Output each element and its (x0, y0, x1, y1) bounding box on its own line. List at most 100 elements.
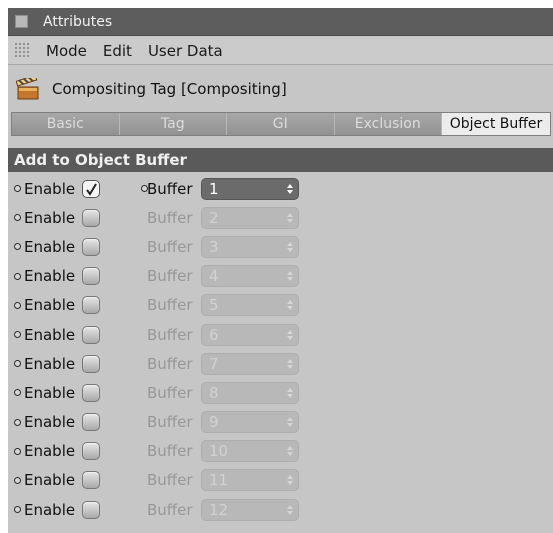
enable-checkbox[interactable] (82, 237, 100, 256)
buffer-id-field: 6 (201, 323, 299, 346)
buffer-label: Buffer (147, 237, 193, 256)
buffer-id-field[interactable]: 1 (201, 177, 299, 200)
spinner-arrows-icon (287, 417, 293, 428)
menu-mode[interactable]: Mode (46, 42, 87, 60)
buffer-id-value: 9 (209, 413, 219, 432)
buffer-row: Enable Buffer 2 (8, 203, 553, 232)
buffer-id-value: 1 (209, 179, 219, 198)
buffer-row: Enable Buffer 7 (8, 349, 553, 378)
enable-label: Enable (24, 354, 76, 373)
enable-checkbox[interactable] (82, 442, 100, 461)
buffer-id-field: 2 (201, 206, 299, 229)
enable-label: Enable (24, 471, 76, 490)
spinner-arrows-icon (287, 358, 293, 369)
buffer-id-value: 3 (209, 237, 219, 256)
enable-label: Enable (24, 500, 76, 519)
spinner-arrows-icon[interactable] (286, 182, 294, 196)
enable-checkbox[interactable] (82, 179, 100, 198)
menu-edit[interactable]: Edit (103, 42, 132, 60)
animation-dot-icon[interactable] (14, 389, 21, 397)
enable-checkbox[interactable] (82, 471, 100, 490)
enable-checkbox[interactable] (82, 354, 100, 373)
attributes-panel: Attributes Mode Edit User Data Compositi… (8, 8, 553, 533)
animation-dot-icon[interactable] (14, 331, 21, 339)
enable-checkbox[interactable] (82, 383, 100, 402)
buffer-row: Enable Buffer 10 (8, 437, 553, 466)
buffer-label: Buffer (147, 179, 193, 198)
spinner-arrows-icon (287, 329, 293, 340)
animation-dot-icon[interactable] (14, 360, 21, 368)
tab-bar: Basic Tag GI Exclusion Object Buffer (11, 112, 551, 136)
menu-user-data[interactable]: User Data (148, 42, 223, 60)
buffer-id-field: 3 (201, 235, 299, 258)
buffer-row: Enable Buffer 9 (8, 408, 553, 437)
buffer-id-field: 9 (201, 411, 299, 434)
tab-object-buffer[interactable]: Object Buffer (442, 113, 550, 135)
spinner-arrows-icon (287, 241, 293, 252)
enable-label: Enable (24, 296, 76, 315)
buffer-id-field: 7 (201, 352, 299, 375)
animation-dot-icon[interactable] (14, 185, 21, 193)
buffer-label: Buffer (147, 296, 193, 315)
spinner-arrows-icon (287, 387, 293, 398)
buffer-label: Buffer (147, 383, 193, 402)
spinner-arrows-icon (287, 475, 293, 486)
spinner-arrows-icon (287, 212, 293, 223)
buffer-id-field: 5 (201, 294, 299, 317)
enable-label: Enable (24, 179, 76, 198)
enable-label: Enable (24, 237, 76, 256)
enable-label: Enable (24, 383, 76, 402)
enable-checkbox[interactable] (82, 500, 100, 519)
buffer-row: Enable Buffer 11 (8, 466, 553, 495)
animation-dot-icon[interactable] (14, 301, 21, 309)
animation-dot-icon[interactable] (14, 214, 21, 222)
animation-dot-icon[interactable] (14, 447, 21, 455)
tab-tag[interactable]: Tag (119, 113, 227, 135)
buffer-id-field: 10 (201, 440, 299, 463)
buffer-id-field: 12 (201, 498, 299, 521)
buffer-row: Enable Buffer 1 (8, 174, 553, 203)
animation-dot-icon[interactable] (14, 243, 21, 251)
buffer-label: Buffer (147, 442, 193, 461)
enable-checkbox[interactable] (82, 208, 100, 227)
buffer-label: Buffer (147, 267, 193, 286)
buffer-row: Enable Buffer 3 (8, 232, 553, 261)
buffer-label: Buffer (147, 500, 193, 519)
title-bar[interactable]: Attributes (8, 8, 553, 36)
animation-dot-icon[interactable] (14, 506, 21, 514)
object-header: Compositing Tag [Compositing] (8, 70, 553, 108)
animation-dot-icon[interactable] (14, 418, 21, 426)
checkmark-icon (86, 183, 97, 196)
buffer-label: Buffer (147, 413, 193, 432)
buffer-id-value: 12 (209, 500, 229, 519)
section-header[interactable]: Add to Object Buffer (8, 148, 553, 172)
buffer-id-value: 6 (209, 325, 219, 344)
menu-bar: Mode Edit User Data (8, 37, 553, 65)
buffer-row: Enable Buffer 5 (8, 291, 553, 320)
enable-checkbox[interactable] (82, 413, 100, 432)
window-menu-icon[interactable] (15, 15, 28, 28)
window-title: Attributes (43, 13, 113, 30)
tab-gi[interactable]: GI (227, 113, 335, 135)
buffer-label: Buffer (147, 354, 193, 373)
tab-exclusion[interactable]: Exclusion (334, 113, 442, 135)
tab-basic[interactable]: Basic (12, 113, 120, 135)
spinner-arrows-icon (287, 446, 293, 457)
buffer-label: Buffer (147, 325, 193, 344)
buffer-id-value: 10 (209, 442, 229, 461)
buffer-row: Enable Buffer 8 (8, 378, 553, 407)
section-title: Add to Object Buffer (14, 151, 187, 169)
spinner-arrows-icon (287, 300, 293, 311)
enable-checkbox[interactable] (82, 325, 100, 344)
grip-handle-icon[interactable] (14, 42, 30, 59)
spinner-arrows-icon (287, 504, 293, 515)
enable-checkbox[interactable] (82, 296, 100, 315)
buffer-id-value: 4 (209, 267, 219, 286)
buffer-id-value: 11 (209, 471, 229, 490)
animation-dot-icon[interactable] (14, 272, 21, 280)
buffer-id-field: 8 (201, 381, 299, 404)
enable-checkbox[interactable] (82, 267, 100, 286)
animation-dot-icon[interactable] (14, 476, 21, 484)
buffer-label: Buffer (147, 471, 193, 490)
spinner-arrows-icon (287, 271, 293, 282)
